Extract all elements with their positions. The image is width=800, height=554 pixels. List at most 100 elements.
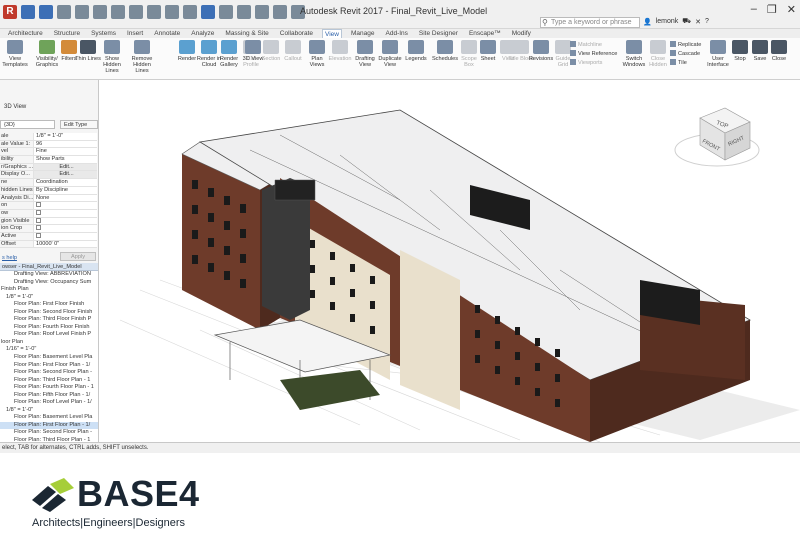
undo-icon[interactable]: [75, 5, 89, 19]
tab-analyze[interactable]: Analyze: [189, 29, 216, 38]
property-row[interactable]: Display O... Edit...: [0, 171, 97, 180]
property-row[interactable]: ibility Show Parts: [0, 156, 97, 164]
view-reference-button[interactable]: View Reference: [570, 50, 617, 57]
property-row[interactable]: vel Fine: [0, 148, 97, 157]
property-row[interactable]: gion Visible: [0, 217, 97, 226]
tab-manage[interactable]: Manage: [349, 29, 377, 38]
browser-item[interactable]: Floor Plan: First Floor Plan - 1/: [0, 362, 98, 370]
browser-group[interactable]: 1/8" = 1'-0": [0, 407, 98, 415]
property-value[interactable]: By Discipline: [33, 186, 97, 194]
tab-massing-site[interactable]: Massing & Site: [223, 29, 270, 38]
browser-item[interactable]: Floor Plan: Fifth Floor Plan - 1/: [0, 392, 98, 400]
property-checkbox[interactable]: [36, 209, 41, 215]
type-selector[interactable]: {3D}: [0, 120, 55, 129]
stop-button[interactable]: Stop: [729, 40, 751, 62]
property-value[interactable]: [33, 209, 97, 217]
remove-hidden-lines-button[interactable]: Remove Hidden Lines: [126, 40, 158, 74]
switch-windows-icon[interactable]: [273, 5, 287, 19]
cascade-button[interactable]: Cascade: [670, 50, 700, 57]
property-edit-button[interactable]: Edit...: [33, 171, 97, 179]
sync-icon[interactable]: [57, 5, 71, 19]
property-value[interactable]: Fine: [33, 148, 97, 156]
property-checkbox[interactable]: [36, 232, 41, 238]
property-row[interactable]: Offset 10000' 0": [0, 240, 97, 249]
minimize-icon[interactable]: –: [751, 3, 757, 16]
browser-item[interactable]: Floor Plan: Second Floor Plan -: [0, 429, 98, 437]
edit-type-button[interactable]: Edit Type: [60, 120, 98, 129]
tab-site-designer[interactable]: Site Designer: [417, 29, 460, 38]
property-row[interactable]: hidden Lines By Discipline: [0, 186, 97, 195]
property-row[interactable]: ale 1/8" = 1'-0": [0, 133, 97, 141]
replicate-button[interactable]: Replicate: [670, 41, 701, 48]
tab-annotate[interactable]: Annotate: [152, 29, 182, 38]
browser-item[interactable]: Floor Plan: Basement Level Pla: [0, 354, 98, 362]
property-row[interactable]: ion Crop: [0, 225, 97, 233]
property-value[interactable]: [33, 225, 97, 232]
property-value[interactable]: 10000' 0": [33, 240, 97, 248]
view-templates-button[interactable]: View Templates: [2, 40, 28, 68]
browser-item[interactable]: Drafting View: ABBREVIATION: [0, 271, 98, 279]
property-value[interactable]: [33, 202, 97, 209]
browser-item[interactable]: Floor Plan: Second Floor Finish: [0, 309, 98, 317]
drafting-view-button[interactable]: Drafting View: [352, 40, 378, 68]
3d-viewport[interactable]: TOP FRONT RIGHT: [100, 80, 800, 442]
property-value[interactable]: 1/8" = 1'-0": [33, 133, 97, 140]
viewcube[interactable]: TOP FRONT RIGHT: [674, 107, 760, 167]
browser-item[interactable]: Floor Plan: Fourth Floor Finish: [0, 324, 98, 332]
property-value[interactable]: Coordination: [33, 179, 97, 186]
print-icon[interactable]: [111, 5, 125, 19]
browser-item[interactable]: Floor Plan: Basement Level Pla: [0, 414, 98, 422]
property-row[interactable]: on: [0, 202, 97, 210]
tab-modify[interactable]: Modify: [510, 29, 533, 38]
property-value[interactable]: None: [33, 194, 97, 202]
close-button[interactable]: Close: [768, 40, 790, 62]
property-value[interactable]: 96: [33, 140, 97, 148]
property-row[interactable]: r/Graphics ... Edit...: [0, 163, 97, 172]
browser-item[interactable]: Floor Plan: Roof Level Plan - 1/: [0, 399, 98, 407]
property-value[interactable]: Show Parts: [33, 156, 97, 163]
revit-app-icon[interactable]: R: [3, 5, 17, 19]
exchange-icon[interactable]: ✕: [695, 18, 701, 26]
browser-group[interactable]: 1/8" = 1'-0": [0, 294, 98, 302]
property-checkbox[interactable]: [36, 217, 41, 223]
browser-item[interactable]: Drafting View: Occupancy Sum: [0, 279, 98, 287]
properties-help-link[interactable]: s help: [2, 255, 17, 261]
browser-item[interactable]: Floor Plan: Third Floor Plan - 1: [0, 377, 98, 385]
tab-structure[interactable]: Structure: [52, 29, 82, 38]
callout-button[interactable]: Callout: [280, 40, 306, 62]
user-icon[interactable]: 👤: [643, 18, 652, 26]
property-row[interactable]: Active: [0, 232, 97, 241]
legends-button[interactable]: Legends: [403, 40, 429, 62]
show-hidden-lines-button[interactable]: Show Hidden Lines: [96, 40, 128, 74]
restore-icon[interactable]: ❐: [767, 3, 777, 16]
tab-architecture[interactable]: Architecture: [6, 29, 45, 38]
measure-icon[interactable]: [129, 5, 143, 19]
duplicate-view-button[interactable]: Duplicate View: [377, 40, 403, 68]
close-hidden-icon[interactable]: [255, 5, 269, 19]
property-value[interactable]: [33, 232, 97, 240]
text-icon[interactable]: [183, 5, 197, 19]
save-icon[interactable]: [39, 5, 53, 19]
help-icon[interactable]: ?: [705, 18, 709, 25]
property-row[interactable]: ow: [0, 209, 97, 218]
dimension-icon[interactable]: [147, 5, 161, 19]
section-icon[interactable]: [219, 5, 233, 19]
browser-item[interactable]: Floor Plan: Second Floor Plan -: [0, 369, 98, 377]
switch-windows-button[interactable]: Switch Windows: [621, 40, 647, 68]
tab-add-ins[interactable]: Add-Ins: [384, 29, 410, 38]
property-value[interactable]: [33, 217, 97, 225]
search-input[interactable]: ⚲ Type a keyword or phrase: [540, 17, 640, 28]
viewports-button[interactable]: Viewports: [570, 59, 602, 66]
browser-group[interactable]: loor Plan: [0, 339, 98, 347]
close-hidden-button[interactable]: Close Hidden: [645, 40, 671, 68]
browser-group[interactable]: Finish Plan: [0, 286, 98, 294]
elevation-button[interactable]: Elevation: [327, 40, 353, 62]
browser-item[interactable]: Floor Plan: Roof Level Finish P: [0, 331, 98, 339]
browser-group[interactable]: 1/16" = 1'-0": [0, 346, 98, 354]
tab-systems[interactable]: Systems: [89, 29, 118, 38]
property-edit-button[interactable]: Edit...: [33, 163, 97, 171]
tag-icon[interactable]: [165, 5, 179, 19]
user-interface-button[interactable]: User Interface: [705, 40, 731, 68]
tab-enscape[interactable]: Enscape™: [467, 29, 503, 38]
building-model[interactable]: TOP FRONT RIGHT: [100, 80, 800, 442]
